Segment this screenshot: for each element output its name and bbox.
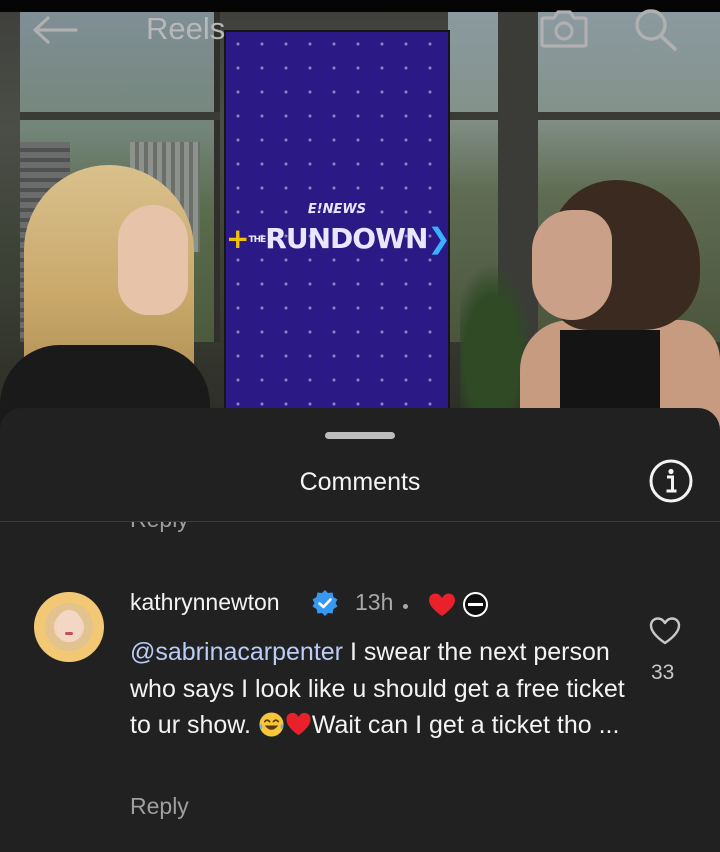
search-icon[interactable] — [630, 6, 680, 52]
banner-prefix: THE — [248, 235, 266, 245]
window-frame — [20, 112, 220, 120]
reels-title: Reels — [146, 11, 226, 46]
like-heart-icon[interactable] — [649, 616, 681, 646]
banner-small-text: E!NEWS — [307, 202, 367, 217]
comments-sheet: Comments Reply kathrynnewton 13h @sabrin… — [0, 408, 720, 852]
video-person-right — [520, 180, 720, 430]
creator-liked-heart-icon — [429, 593, 455, 616]
separator-dot — [403, 604, 408, 609]
reels-top-bar: Reels — [0, 0, 720, 60]
comment-username[interactable]: kathrynnewton — [130, 589, 280, 616]
back-arrow-icon[interactable] — [30, 14, 80, 46]
video-person-left — [0, 165, 210, 430]
banner-main-text: RUNDOWN — [265, 222, 428, 255]
comment-text-tail: Wait can I get a ticket tho ... — [311, 711, 620, 739]
tears-of-joy-emoji-icon — [259, 712, 284, 737]
comment-body: @sabrinacarpenter I swear the next perso… — [130, 634, 630, 744]
creator-avatar — [463, 592, 488, 617]
avatar[interactable] — [34, 592, 104, 662]
verified-badge-icon — [312, 590, 338, 616]
camera-icon[interactable] — [538, 6, 590, 50]
comment-item: kathrynnewton 13h @sabrinacarpenter I sw… — [0, 408, 720, 852]
comment-mention[interactable]: @sabrinacarpenter — [130, 638, 343, 666]
red-heart-emoji-icon — [286, 712, 311, 736]
reply-link[interactable]: Reply — [130, 793, 189, 820]
window-frame — [448, 112, 720, 120]
reel-video[interactable]: E!NEWS +THERUNDOWN❯ Reels — [0, 0, 720, 430]
like-count: 33 — [651, 661, 675, 684]
comment-timestamp: 13h — [355, 589, 394, 615]
banner-title: +THERUNDOWN❯ — [226, 222, 451, 255]
show-banner: E!NEWS +THERUNDOWN❯ — [224, 30, 451, 430]
